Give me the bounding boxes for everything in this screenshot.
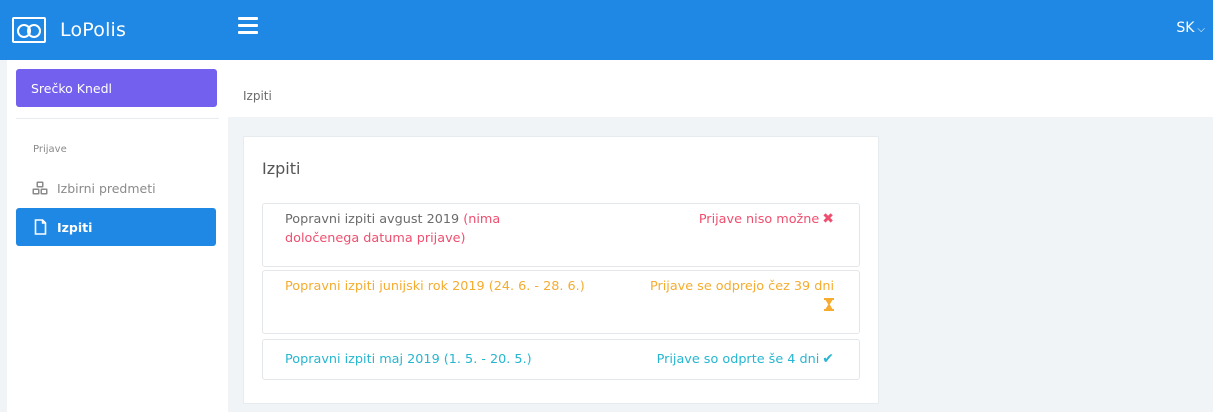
exam-row-avgust[interactable]: Popravni izpiti avgust 2019 (nima določe… <box>262 203 860 267</box>
cubes-icon <box>31 181 49 195</box>
sidebar-divider <box>16 118 219 119</box>
exam-name: Popravni izpiti junijski rok 2019 (24. 6… <box>285 279 585 294</box>
language-code: SK <box>1176 20 1195 36</box>
exam-status: Prijave se odprejo čez 39 dni <box>650 277 834 317</box>
language-selector[interactable]: SK ⌵ <box>1176 20 1205 36</box>
breadcrumb-bar: Izpiti <box>228 60 1213 117</box>
card-title: Izpiti <box>262 159 301 178</box>
status-text: Prijave so odprte še 4 dni <box>656 352 820 367</box>
user-name: Srečko Knedl <box>31 80 112 96</box>
exam-status: Prijave so odprte še 4 dni ✔ <box>657 350 834 369</box>
sidebar: Srečko Knedl Prijave Izbirni predmeti Iz… <box>7 60 228 412</box>
owl-logo-icon <box>12 17 46 43</box>
exam-row-maj[interactable]: Popravni izpiti maj 2019 (1. 5. - 20. 5.… <box>262 339 860 380</box>
sidebar-item-label: Izpiti <box>57 219 93 235</box>
brand-logo-link[interactable]: LoPolis <box>0 0 228 60</box>
exam-title: Popravni izpiti maj 2019 (1. 5. - 20. 5.… <box>285 350 585 369</box>
exam-name: Popravni izpiti maj 2019 (1. 5. - 20. 5.… <box>285 352 532 367</box>
top-navbar: LoPolis SK ⌵ <box>0 0 1213 60</box>
check-icon: ✔ <box>822 351 834 367</box>
exam-name: Popravni izpiti avgust 2019 <box>285 212 460 227</box>
sidebar-section-label: Prijave <box>33 144 67 155</box>
chevron-down-icon: ⌵ <box>1197 23 1205 35</box>
status-text: Prijave niso možne <box>698 212 820 227</box>
close-icon: ✖ <box>822 211 834 227</box>
exam-row-junij[interactable]: Popravni izpiti junijski rok 2019 (24. 6… <box>262 270 860 334</box>
breadcrumb: Izpiti <box>243 89 272 103</box>
status-text: Prijave se odprejo čez 39 dni <box>649 279 834 294</box>
file-icon <box>31 219 49 235</box>
hourglass-icon <box>650 298 834 317</box>
exam-title: Popravni izpiti junijski rok 2019 (24. 6… <box>285 277 615 296</box>
user-profile-button[interactable]: Srečko Knedl <box>16 69 217 107</box>
exam-status: Prijave niso možne ✖ <box>699 210 834 229</box>
menu-toggle-icon[interactable] <box>238 17 258 35</box>
sidebar-item-label: Izbirni predmeti <box>57 180 156 196</box>
sidebar-item-izbirni-predmeti[interactable]: Izbirni predmeti <box>16 169 216 207</box>
exams-card: Izpiti Popravni izpiti avgust 2019 (nima… <box>243 136 879 404</box>
sidebar-item-izpiti[interactable]: Izpiti <box>16 208 216 246</box>
exam-title: Popravni izpiti avgust 2019 (nima določe… <box>285 210 555 248</box>
app-name: LoPolis <box>60 19 127 41</box>
